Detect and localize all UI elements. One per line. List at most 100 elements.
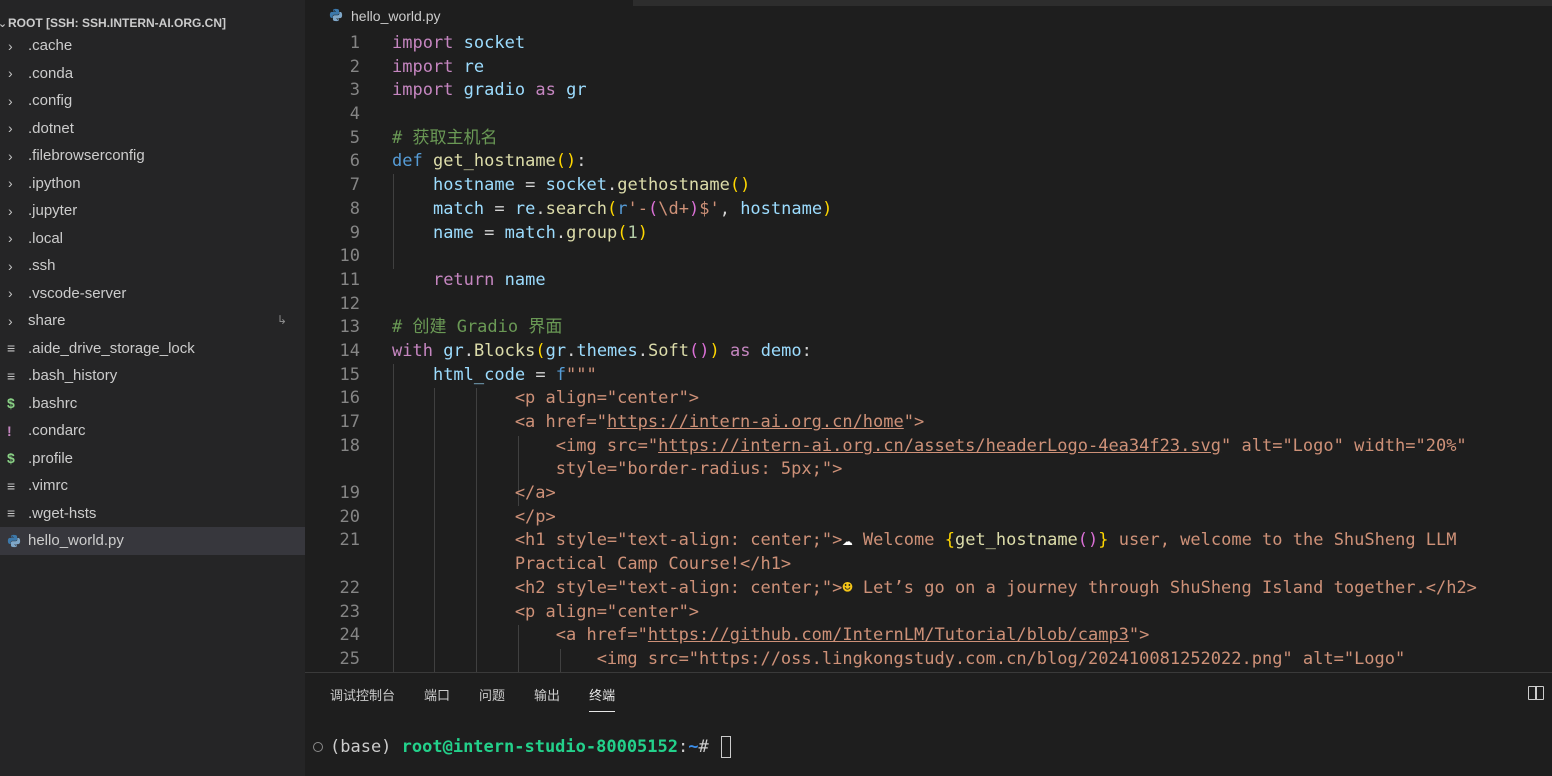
tree-item-label: .profile — [28, 449, 74, 467]
code-line: 8 match = re.search(r'-(\d+)$', hostname… — [305, 198, 1552, 222]
tree-item-bash-history[interactable]: ≡ .bash_history — [0, 362, 305, 390]
code-line: 18 <img src="https://intern-ai.org.cn/as… — [305, 435, 1552, 459]
terminal-path: ~ — [688, 737, 699, 757]
tab-debug-console[interactable]: 调试控制台 — [330, 679, 395, 710]
chevron-right-icon: › — [8, 120, 13, 137]
tree-item-label: .bashrc — [28, 394, 78, 412]
chevron-right-icon: › — [8, 202, 13, 219]
python-icon — [0, 534, 28, 548]
code-line: 25 <img src="https://oss.lingkongstudy.c… — [305, 648, 1552, 672]
code-line: 22 <h2 style="text-align: center;">☻ Let… — [305, 577, 1552, 601]
tree-item-label: share — [28, 312, 66, 330]
tree-item-vscode-server[interactable]: › .vscode-server — [0, 280, 305, 308]
code-text: style="border-radius: 5px;"> — [392, 459, 843, 480]
line-number: 5 — [349, 127, 360, 148]
code-text: def get_hostname(): — [392, 151, 587, 172]
chevron-right-icon: › — [8, 312, 13, 329]
code-text: html_code = f""" — [432, 364, 597, 385]
tab-hello-world-py[interactable]: hello_world.py — [305, 0, 633, 32]
tab-terminal[interactable]: 终端 — [589, 679, 616, 712]
tree-item-wget-hsts[interactable]: ≡ .wget-hsts — [0, 500, 305, 528]
code-line: 17 <a href="https://intern-ai.org.cn/hom… — [305, 411, 1552, 435]
tree-item-label: .jupyter — [28, 202, 78, 220]
line-number: 10 — [339, 246, 360, 267]
terminal-status-circle-icon — [313, 742, 323, 752]
tree-item-label: .aide_drive_storage_lock — [28, 339, 195, 357]
line-number: 20 — [339, 506, 360, 527]
line-number: 8 — [349, 198, 360, 219]
code-text: <img src="https://intern-ai.org.cn/asset… — [392, 435, 1467, 456]
code-text: with gr.Blocks(gr.themes.Soft()) as demo… — [392, 340, 812, 361]
code-line: 24 <a href="https://github.com/InternLM/… — [305, 624, 1552, 648]
tree-item-conda[interactable]: › .conda — [0, 60, 305, 88]
chevron-right-icon: › — [8, 285, 13, 302]
tree-item-label: .bash_history — [28, 367, 118, 385]
code-text: <h2 style="text-align: center;">☻ Let’s … — [392, 577, 1477, 598]
line-number: 12 — [339, 293, 360, 314]
explorer-sidebar: ⌄ ROOT [SSH: SSH.INTERN-AI.ORG.CN] › .cac… — [0, 0, 305, 776]
line-number: 14 — [339, 340, 360, 361]
code-area[interactable]: 1 import socket 2 import re 3 import gradio… — [305, 32, 1552, 672]
line-number: 6 — [349, 151, 360, 172]
tab-ports[interactable]: 端口 — [424, 679, 450, 710]
code-line: style="border-radius: 5px;"> — [305, 458, 1552, 482]
tree-item-hello-world-py[interactable]: hello_world.py — [0, 527, 305, 555]
tree-item-condarc[interactable]: ! .condarc — [0, 417, 305, 445]
tree-item-jupyter[interactable]: › .jupyter — [0, 197, 305, 225]
code-line: 6 def get_hostname(): — [305, 150, 1552, 174]
tree-item-bashrc[interactable]: $ .bashrc — [0, 390, 305, 418]
code-line: 13 # 创建 Gradio 界面 — [305, 316, 1552, 340]
file-lines-icon: ≡ — [7, 505, 16, 522]
split-panel-icon[interactable] — [1528, 686, 1544, 700]
file-lines-icon: ≡ — [7, 367, 16, 384]
line-number: 19 — [339, 483, 360, 504]
code-line: 14 with gr.Blocks(gr.themes.Soft()) as de… — [305, 340, 1552, 364]
line-number: 1 — [349, 33, 360, 53]
line-number: 4 — [349, 104, 360, 125]
code-text: import gradio as gr — [392, 80, 587, 101]
code-text: <p align="center"> — [392, 601, 700, 622]
tree-item-dotnet[interactable]: › .dotnet — [0, 115, 305, 143]
tree-item-profile[interactable]: $ .profile — [0, 445, 305, 473]
code-line: 20 </p> — [305, 506, 1552, 530]
line-number: 23 — [339, 601, 360, 622]
terminal-prompt[interactable]: (base) root@intern-studio-80005152: ~ # — [313, 736, 731, 758]
chevron-right-icon: › — [8, 257, 13, 274]
symlink-icon: ↳ — [276, 313, 287, 327]
tree-item-ssh[interactable]: › .ssh — [0, 252, 305, 280]
tree-item-ipython[interactable]: › .ipython — [0, 170, 305, 198]
code-line: Practical Camp Course!</h1> — [305, 553, 1552, 577]
tree-item-label: hello_world.py — [28, 532, 124, 550]
code-line: 19 </a> — [305, 482, 1552, 506]
code-text: <a href="https://github.com/InternLM/Tut… — [392, 625, 1150, 646]
tree-item-config[interactable]: › .config — [0, 87, 305, 115]
chevron-right-icon: › — [8, 92, 13, 109]
code-line: 4 — [305, 103, 1552, 127]
tree-item-label: .ipython — [28, 174, 81, 192]
tree-item-label: .vimrc — [28, 477, 68, 495]
tree-item-label: .wget-hsts — [28, 504, 97, 522]
code-text: # 创建 Gradio 界面 — [392, 317, 563, 338]
code-text: </p> — [392, 506, 556, 527]
chevron-right-icon: › — [8, 147, 13, 164]
tree-item-vimrc[interactable]: ≡ .vimrc — [0, 472, 305, 500]
terminal-user-host: root@intern-studio-80005152 — [401, 737, 678, 757]
code-line: 10 — [305, 245, 1552, 269]
code-text: # 获取主机名 — [392, 127, 498, 148]
tree-item-aide-drive-storage-lock[interactable]: ≡ .aide_drive_storage_lock — [0, 335, 305, 363]
bottom-panel: 调试控制台 端口 问题 输出 终端 (base) root@intern-stu… — [305, 672, 1552, 776]
tree-item-local[interactable]: › .local — [0, 225, 305, 253]
code-text: <a href="https://intern-ai.org.cn/home"> — [392, 412, 925, 432]
tree-item-label: .config — [28, 92, 73, 110]
chevron-right-icon: › — [8, 37, 13, 54]
code-text: match = re.search(r'-(\d+)$', hostname) — [432, 198, 833, 219]
tree-item-label: .filebrowserconfig — [28, 147, 145, 165]
line-number: 13 — [339, 317, 360, 338]
tab-output[interactable]: 输出 — [534, 679, 560, 710]
tree-item-filebrowserconfig[interactable]: › .filebrowserconfig — [0, 142, 305, 170]
tree-item-cache[interactable]: › .cache — [0, 32, 305, 60]
tab-problems[interactable]: 问题 — [479, 679, 505, 710]
tree-item-share[interactable]: › share ↳ — [0, 307, 305, 335]
tree-item-label: .local — [28, 229, 64, 247]
explorer-root-header[interactable]: ⌄ ROOT [SSH: SSH.INTERN-AI.ORG.CN] — [0, 0, 305, 36]
